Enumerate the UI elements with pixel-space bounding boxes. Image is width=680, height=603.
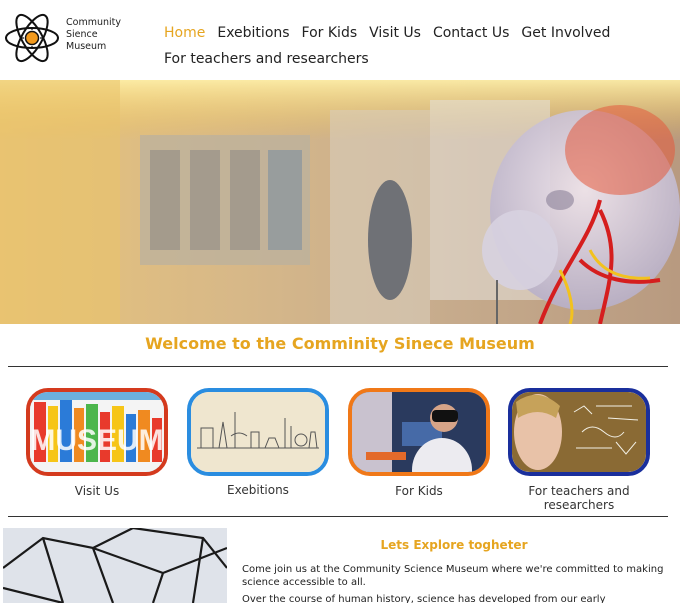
nav-contact-us[interactable]: Contact Us	[433, 24, 509, 42]
logo-line-2: Sience	[66, 29, 98, 40]
card-label-teachers[interactable]: For teachers and researchers	[499, 484, 659, 512]
main-nav: Home Exebitions For Kids Visit Us Contac…	[164, 24, 610, 68]
welcome-title: Welcome to the Comminity Sinece Museum	[145, 334, 535, 353]
divider	[8, 366, 668, 367]
logo-line-3: Museum	[66, 41, 107, 52]
nav-exebitions[interactable]: Exebitions	[217, 24, 289, 42]
card-for-kids-image[interactable]	[348, 388, 490, 476]
nav-get-involved[interactable]: Get Involved	[521, 24, 610, 42]
hero-image	[0, 80, 680, 324]
card-label-for-kids[interactable]: For Kids	[339, 484, 499, 498]
network-structure-image	[3, 528, 227, 603]
card-visit-us-image[interactable]: MUSEUM	[26, 388, 168, 476]
nav-for-kids[interactable]: For Kids	[302, 24, 358, 42]
card-label-visit-us[interactable]: Visit Us	[17, 484, 177, 498]
logo-text[interactable]: Community Sience Museum	[66, 17, 121, 53]
explore-paragraph-1: Come join us at the Community Science Mu…	[242, 564, 664, 588]
nav-home[interactable]: Home	[164, 24, 205, 42]
card-label-exebitions[interactable]: Exebitions	[178, 483, 338, 497]
card-teachers-image[interactable]	[508, 388, 650, 476]
atom-logo-icon[interactable]	[4, 10, 60, 66]
card-exebitions-image[interactable]	[187, 388, 329, 476]
site-header: Community Sience Museum Home Exebitions …	[0, 0, 680, 80]
explore-paragraph-2: Over the course of human history, scienc…	[242, 594, 606, 603]
logo-line-1: Community	[66, 17, 121, 28]
divider	[8, 516, 668, 517]
explore-title: Lets Explore togheter	[380, 538, 528, 552]
nav-teachers-researchers[interactable]: For teachers and researchers	[164, 50, 369, 68]
nav-visit-us[interactable]: Visit Us	[369, 24, 421, 42]
svg-text:MUSEUM: MUSEUM	[30, 424, 163, 457]
